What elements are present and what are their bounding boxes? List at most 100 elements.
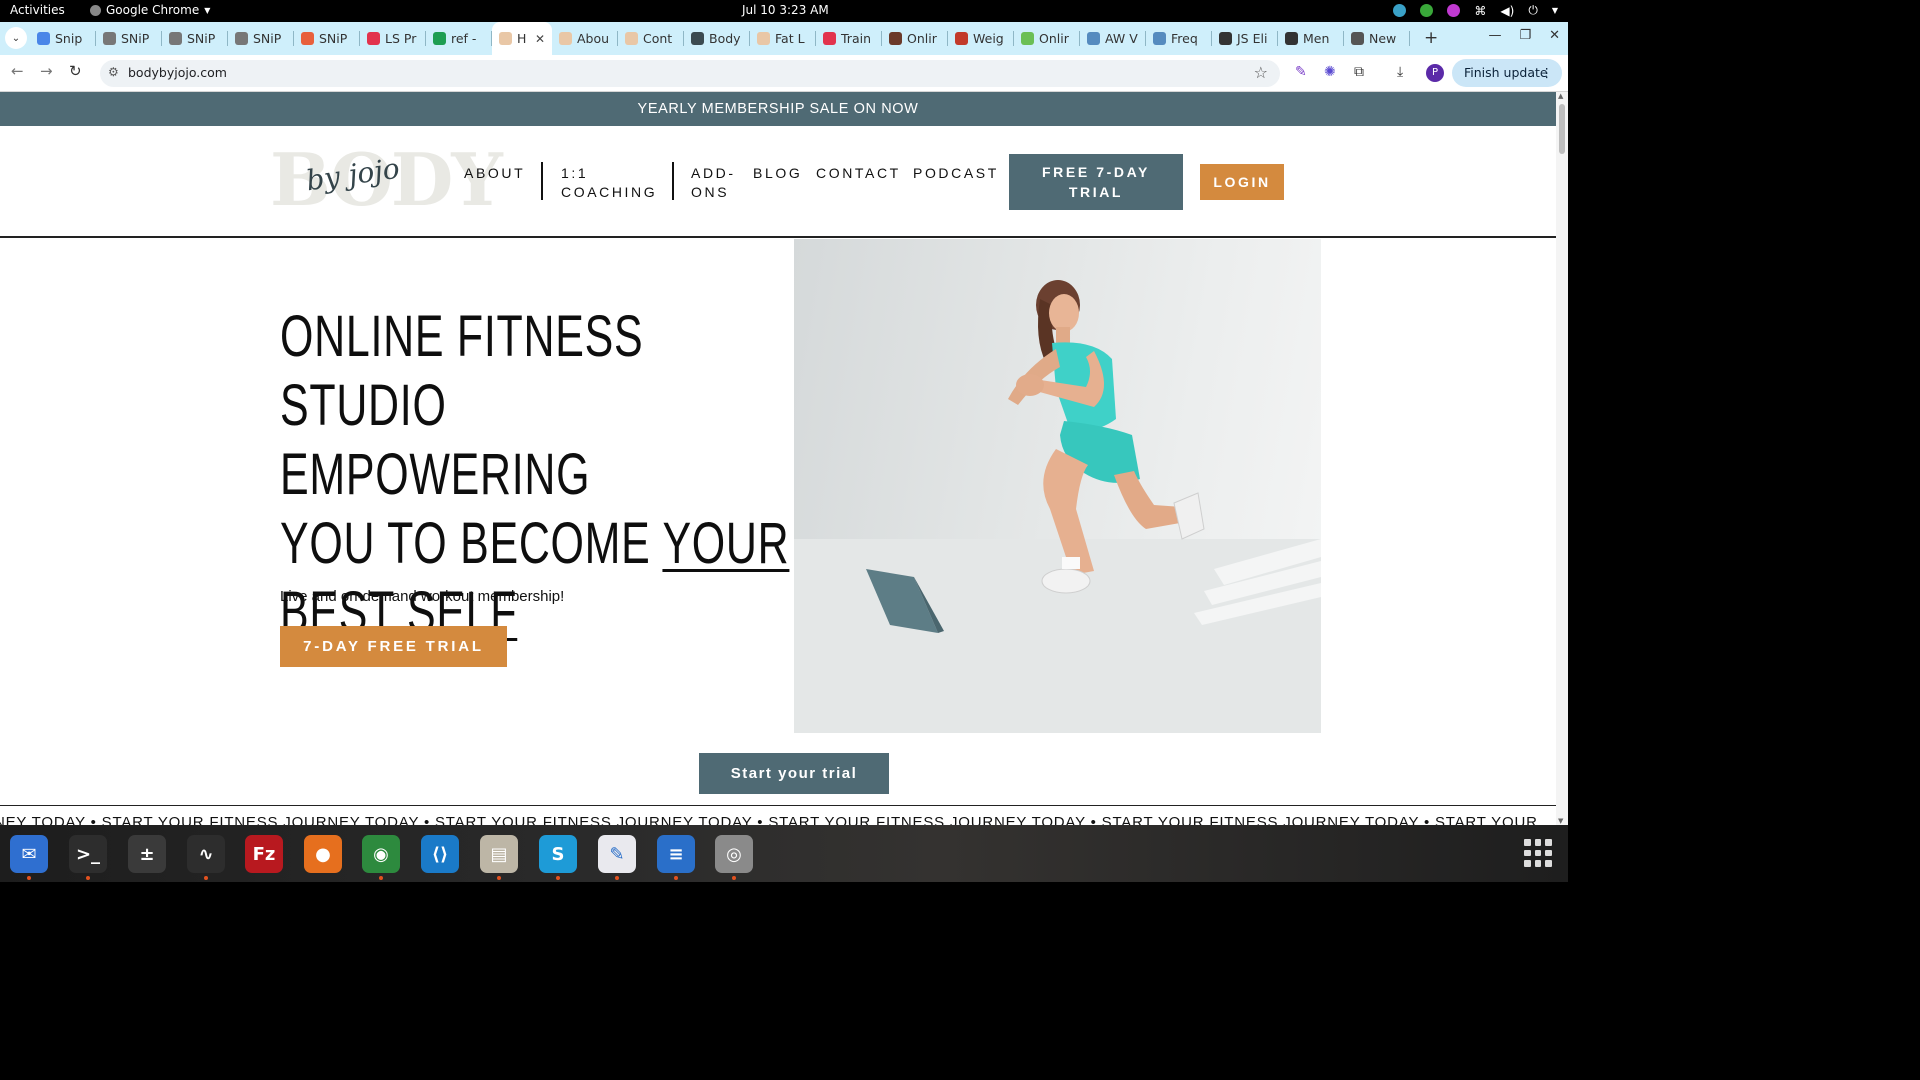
page-scrollbar[interactable]: ▲ ▼ — [1556, 92, 1568, 825]
tab-title: Snip — [55, 31, 83, 46]
start-trial-button[interactable]: Start your trial — [699, 753, 889, 794]
tab-title: AW V — [1105, 31, 1138, 46]
nav-podcast[interactable]: PODCAST — [913, 164, 999, 183]
nav-coaching[interactable]: 1:1 COACHING — [561, 164, 657, 202]
downloads-icon[interactable]: ⤓ — [1397, 64, 1403, 80]
address-bar[interactable]: ⚙ bodybyjojo.com ☆ — [100, 60, 1280, 87]
tab-title: Onlir — [907, 31, 937, 46]
browser-tab[interactable]: SNiP — [228, 22, 294, 55]
spark-extension-icon[interactable]: ✺ — [1324, 64, 1336, 80]
reload-button[interactable]: ↻ — [69, 62, 82, 80]
tab-title: Cont — [643, 31, 673, 46]
browser-tab[interactable]: Onlir — [882, 22, 948, 55]
close-window-button[interactable]: ✕ — [1549, 28, 1560, 43]
pen-extension-icon[interactable]: ✎ — [1295, 64, 1307, 80]
browser-tab[interactable]: SNiP — [162, 22, 228, 55]
nav-about[interactable]: ABOUT — [464, 164, 525, 183]
nav-blog[interactable]: BLOG — [753, 164, 802, 183]
browser-tab[interactable]: JS Eli — [1212, 22, 1278, 55]
running-indicator — [674, 876, 678, 880]
activities-button[interactable]: Activities — [10, 3, 65, 17]
scrollbar-thumb[interactable] — [1559, 104, 1565, 154]
tab-title: SNiP — [319, 31, 348, 46]
system-monitor-icon[interactable]: ∿ — [187, 835, 225, 873]
terminal-icon[interactable]: >_ — [69, 835, 107, 873]
new-tab-button[interactable]: + — [1424, 28, 1438, 48]
free-trial-button[interactable]: FREE 7-DAY TRIAL — [1009, 154, 1183, 210]
browser-tab[interactable]: SNiP — [294, 22, 360, 55]
browser-tab[interactable]: Train — [816, 22, 882, 55]
browser-tab[interactable]: New — [1344, 22, 1410, 55]
browser-tab[interactable]: Men — [1278, 22, 1344, 55]
volume-icon[interactable]: ◀) — [1500, 4, 1514, 18]
browser-tab[interactable]: Onlir — [1014, 22, 1080, 55]
browser-tab[interactable]: ref - — [426, 22, 492, 55]
browser-tab[interactable]: Abou — [552, 22, 618, 55]
nav-addons[interactable]: ADD- ONS — [691, 164, 736, 202]
network-icon[interactable]: ⌘ — [1474, 4, 1486, 18]
site-logo[interactable]: BODY by jojo — [270, 140, 503, 220]
browser-tab[interactable]: Weig — [948, 22, 1014, 55]
browser-tab[interactable]: AW V — [1080, 22, 1146, 55]
tab-search-button[interactable]: ⌄ — [5, 27, 27, 49]
tab-favicon-icon — [889, 32, 902, 45]
site-info-icon[interactable]: ⚙ — [108, 65, 119, 79]
browser-tab[interactable]: Snip — [30, 22, 96, 55]
tab-title: Body — [709, 31, 741, 46]
browser-tab[interactable]: Body — [684, 22, 750, 55]
ticker-divider — [0, 805, 1556, 806]
files-icon[interactable]: ▤ — [480, 835, 518, 873]
tab-favicon-icon — [1021, 32, 1034, 45]
libreoffice-writer-icon[interactable]: ≡ — [657, 835, 695, 873]
web-page: YEARLY MEMBERSHIP SALE ON NOW BODY by jo… — [0, 92, 1556, 825]
calculator-icon[interactable]: ± — [128, 835, 166, 873]
nav-divider — [672, 162, 674, 200]
browser-tab[interactable]: Fat L — [750, 22, 816, 55]
close-tab-icon[interactable]: ✕ — [535, 32, 545, 46]
tab-favicon-icon — [823, 32, 836, 45]
nav-coaching-line2: COACHING — [561, 184, 658, 200]
power-icon[interactable]: ⏻ — [1528, 3, 1538, 18]
clock[interactable]: Jul 10 3:23 AM — [742, 3, 829, 17]
nav-contact[interactable]: CONTACT — [816, 164, 901, 183]
minimize-button[interactable]: — — [1488, 28, 1501, 43]
disk-icon[interactable]: ◎ — [715, 835, 753, 873]
app-menu[interactable]: Google Chrome ▼ — [90, 3, 210, 17]
scroll-up-arrow-icon[interactable]: ▲ — [1558, 92, 1563, 100]
tab-title: Weig — [973, 31, 1004, 46]
extensions-puzzle-icon[interactable]: ⧉ — [1354, 64, 1364, 80]
browser-tab[interactable]: SNiP — [96, 22, 162, 55]
hero-free-trial-button[interactable]: 7-DAY FREE TRIAL — [280, 626, 507, 667]
announcement-bar[interactable]: YEARLY MEMBERSHIP SALE ON NOW — [0, 92, 1556, 126]
browser-tab[interactable]: LS Pr — [360, 22, 426, 55]
tab-title: ref - — [451, 31, 477, 46]
back-button[interactable]: ← — [11, 62, 24, 80]
sync-icon[interactable] — [1393, 4, 1407, 17]
url-text[interactable]: bodybyjojo.com — [128, 65, 227, 80]
check-icon[interactable] — [1420, 4, 1434, 17]
text-editor-icon[interactable]: ✎ — [598, 835, 636, 873]
tab-title: JS Eli — [1237, 31, 1268, 46]
tab-favicon-icon — [499, 32, 512, 45]
vscode-icon[interactable]: ⟨⟩ — [421, 835, 459, 873]
finish-update-button[interactable]: Finish update ⋮ — [1452, 59, 1562, 87]
bookmark-star-icon[interactable]: ☆ — [1254, 63, 1268, 82]
maximize-button[interactable]: ❐ — [1519, 28, 1531, 43]
show-apps-grid-icon[interactable] — [1524, 839, 1552, 867]
tray-menu-icon[interactable]: ▼ — [1552, 6, 1558, 15]
extension-tray-icon[interactable] — [1447, 4, 1461, 17]
filezilla-icon[interactable]: Fz — [245, 835, 283, 873]
login-button[interactable]: LOGIN — [1200, 164, 1284, 200]
browser-tab[interactable]: Freq — [1146, 22, 1212, 55]
thunderbird-icon[interactable]: ✉ — [10, 835, 48, 873]
firefox-icon[interactable]: ● — [304, 835, 342, 873]
skype-icon[interactable]: S — [539, 835, 577, 873]
scroll-down-arrow-icon[interactable]: ▼ — [1558, 817, 1563, 825]
browser-tab[interactable]: Cont — [618, 22, 684, 55]
forward-button[interactable]: → — [40, 62, 53, 80]
nav-addons-line1: ADD- — [691, 165, 736, 181]
profile-avatar[interactable]: P — [1426, 64, 1444, 82]
hero-line-1: ONLINE FITNESS — [280, 304, 644, 369]
browser-tab[interactable]: H ✕ — [492, 22, 552, 55]
chrome-icon[interactable]: ◉ — [362, 835, 400, 873]
